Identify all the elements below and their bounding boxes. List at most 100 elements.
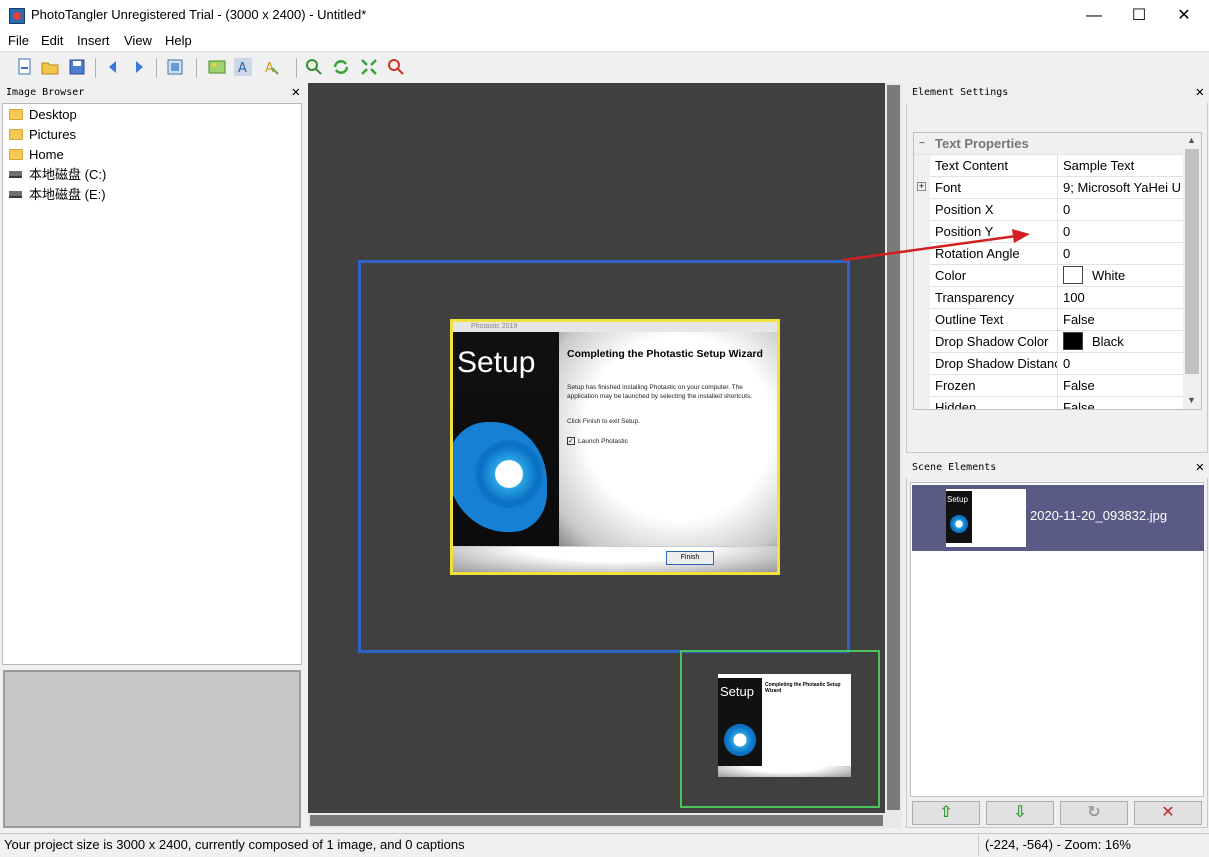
property-value[interactable]: 0: [1063, 221, 1185, 243]
add-text-icon[interactable]: A: [234, 58, 252, 76]
app-icon: [9, 8, 25, 24]
property-value-text: Black: [1092, 334, 1124, 349]
property-row[interactable]: Rotation Angle 0: [914, 243, 1185, 265]
toolbar-separator: [196, 58, 197, 78]
property-row[interactable]: Drop Shadow Distance 0: [914, 353, 1185, 375]
tree-item-label: Desktop: [29, 107, 77, 122]
close-icon[interactable]: ✕: [1196, 83, 1204, 101]
property-value[interactable]: 100: [1063, 287, 1185, 309]
property-row[interactable]: Position X 0: [914, 199, 1185, 221]
element-settings-header: Element Settings ✕: [906, 83, 1208, 103]
move-up-button[interactable]: ⇧: [912, 801, 980, 825]
setup-word: Setup: [457, 346, 536, 379]
property-group-header[interactable]: − Text Properties: [914, 133, 1185, 155]
scroll-down-icon[interactable]: ▼: [1187, 395, 1196, 405]
refresh-icon[interactable]: [332, 58, 350, 76]
add-image-icon[interactable]: [208, 58, 226, 76]
drive-icon: [9, 171, 22, 178]
property-row[interactable]: + Font 9; Microsoft YaHei U: [914, 177, 1185, 199]
scene-element-thumbnail: Setup: [946, 489, 1026, 547]
layout-icon[interactable]: [166, 58, 184, 76]
tree-item-label: Pictures: [29, 127, 76, 142]
maximize-button[interactable]: ☐: [1116, 0, 1162, 31]
close-window-button[interactable]: ✕: [1161, 0, 1207, 31]
canvas-horizontal-scrollbar[interactable]: [308, 813, 885, 828]
property-row[interactable]: Outline Text False: [914, 309, 1185, 331]
property-value[interactable]: 0: [1063, 353, 1185, 375]
property-group-label: Text Properties: [935, 136, 1029, 151]
property-value-text: False: [1063, 312, 1095, 327]
move-down-button[interactable]: ⇩: [986, 801, 1054, 825]
wizard-titlebar: Photastic 2019: [453, 322, 777, 332]
tree-item-home[interactable]: Home: [9, 146, 64, 164]
property-gutter: [914, 375, 930, 397]
title-bar: PhotoTangler Unregistered Trial - (3000 …: [0, 0, 1209, 31]
property-value[interactable]: False: [1063, 375, 1185, 397]
property-row[interactable]: Color White: [914, 265, 1185, 287]
property-grid-scrollbar[interactable]: ▲ ▼: [1183, 133, 1201, 409]
property-value[interactable]: 9; Microsoft YaHei U: [1063, 177, 1185, 199]
property-row[interactable]: Drop Shadow Color Black: [914, 331, 1185, 353]
scrollbar-thumb[interactable]: [310, 815, 883, 826]
selected-image-element[interactable]: Photastic 2019 Setup Completing the Phot…: [450, 319, 780, 575]
color-swatch: [1063, 332, 1083, 350]
property-name: Font: [935, 177, 1058, 199]
menu-edit[interactable]: Edit: [41, 33, 63, 48]
property-row[interactable]: Text Content Sample Text: [914, 155, 1185, 177]
save-icon[interactable]: [68, 58, 86, 76]
tree-item-label: Home: [29, 147, 64, 162]
property-value[interactable]: 0: [1063, 243, 1185, 265]
close-icon[interactable]: ✕: [1196, 458, 1204, 476]
property-row[interactable]: Frozen False: [914, 375, 1185, 397]
color-swatch: [1063, 266, 1083, 284]
close-icon[interactable]: ✕: [292, 83, 300, 101]
rotate-button[interactable]: ↻: [1060, 801, 1128, 825]
forward-icon[interactable]: [130, 58, 148, 76]
scene-element-item[interactable]: Setup 2020-11-20_093832.jpg: [912, 485, 1204, 551]
tree-item-drive-c[interactable]: 本地磁盘 (C:): [9, 166, 106, 184]
drive-icon: [9, 191, 22, 198]
new-icon[interactable]: [16, 58, 34, 76]
text-effect-icon[interactable]: A: [262, 58, 280, 76]
menu-insert[interactable]: Insert: [77, 33, 110, 48]
property-value[interactable]: False: [1063, 309, 1185, 331]
small-image-element[interactable]: Setup Completing the Photastic Setup Wiz…: [718, 674, 851, 777]
property-value-text: False: [1063, 378, 1095, 393]
delete-element-button[interactable]: ✕: [1134, 801, 1202, 825]
wizard-instruction: Click Finish to exit Setup.: [567, 418, 640, 425]
property-value[interactable]: White: [1063, 265, 1185, 287]
menu-file[interactable]: File: [8, 33, 29, 48]
aperture-logo-icon: [724, 724, 756, 756]
window-title: PhotoTangler Unregistered Trial - (3000 …: [31, 7, 367, 22]
canvas-vertical-scrollbar[interactable]: [885, 83, 902, 828]
tree-item-drive-e[interactable]: 本地磁盘 (E:): [9, 186, 106, 204]
launch-checkbox: ✓ Launch Photastic: [567, 437, 628, 445]
zoom-out-icon[interactable]: [387, 58, 405, 76]
property-gutter: [914, 397, 930, 409]
scroll-up-icon[interactable]: ▲: [1187, 135, 1196, 145]
property-value[interactable]: False: [1063, 397, 1185, 409]
folder-icon: [9, 109, 23, 120]
tree-item-desktop[interactable]: Desktop: [9, 106, 77, 124]
minimize-button[interactable]: —: [1071, 0, 1117, 31]
collapse-icon: −: [919, 138, 925, 149]
fit-icon[interactable]: [360, 58, 378, 76]
thumbnail-selection-frame[interactable]: Setup Completing the Photastic Setup Wiz…: [680, 650, 880, 808]
property-row[interactable]: Position Y 0: [914, 221, 1185, 243]
menu-help[interactable]: Help: [165, 33, 192, 48]
property-value[interactable]: Black: [1063, 331, 1185, 353]
property-value[interactable]: Sample Text: [1063, 155, 1185, 177]
menu-view[interactable]: View: [124, 33, 152, 48]
back-icon[interactable]: [104, 58, 122, 76]
tree-item-pictures[interactable]: Pictures: [9, 126, 76, 144]
scrollbar-thumb[interactable]: [1185, 149, 1199, 374]
property-row[interactable]: Transparency 100: [914, 287, 1185, 309]
property-value[interactable]: 0: [1063, 199, 1185, 221]
toolbar-separator: [95, 58, 96, 78]
zoom-in-icon[interactable]: [305, 58, 323, 76]
property-row[interactable]: Hidden False: [914, 397, 1185, 409]
scrollbar-thumb[interactable]: [887, 85, 900, 810]
open-icon[interactable]: [41, 58, 59, 76]
property-value-text: Sample Text: [1063, 158, 1135, 173]
scene-elements-list: Setup 2020-11-20_093832.jpg: [910, 482, 1204, 797]
